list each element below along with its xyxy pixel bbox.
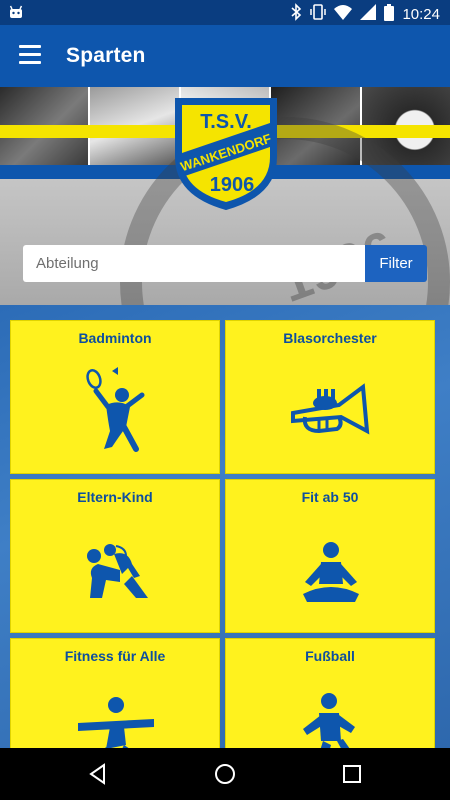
vibrate-icon — [310, 3, 327, 25]
club-logo: T.S.V. WANKENDORF 1906 — [175, 98, 277, 211]
tile-eltern-kind[interactable]: Eltern-Kind — [10, 479, 220, 633]
tile-label: Fitness für Alle — [64, 648, 166, 664]
app-bar: Sparten — [0, 25, 450, 87]
hamburger-menu-icon[interactable] — [19, 45, 41, 65]
navigation-bar — [0, 748, 450, 800]
tile-blasorchester[interactable]: Blasorchester — [225, 320, 435, 474]
department-grid: Badminton Blasorchester Eltern-Kind Fit … — [0, 305, 450, 748]
back-icon[interactable] — [86, 762, 110, 786]
tile-fit-ab-50[interactable]: Fit ab 50 — [225, 479, 435, 633]
tile-label: Badminton — [78, 330, 152, 346]
filter-button[interactable]: Filter — [365, 245, 427, 282]
trumpet-icon — [291, 383, 370, 435]
wifi-icon — [334, 4, 353, 24]
yoga-icon — [303, 542, 359, 602]
department-search-input[interactable] — [23, 245, 365, 282]
page-title: Sparten — [66, 44, 146, 67]
bluetooth-icon — [290, 3, 302, 25]
tile-fussball[interactable]: Fußball — [225, 638, 435, 748]
tile-label: Fit ab 50 — [301, 489, 359, 505]
home-icon[interactable] — [213, 762, 237, 786]
parent-child-icon — [87, 544, 148, 598]
tile-badminton[interactable]: Badminton — [10, 320, 220, 474]
tile-label: Eltern-Kind — [77, 489, 153, 505]
status-time: 10:24 — [402, 5, 440, 23]
battery-icon — [384, 3, 395, 25]
status-bar: 10:24 — [0, 0, 450, 25]
fitness-icon — [78, 697, 154, 748]
football-icon — [303, 693, 355, 748]
recents-icon[interactable] — [340, 762, 364, 786]
android-debug-icon — [8, 4, 24, 25]
filter-bar: Filter — [23, 245, 427, 282]
badminton-icon — [86, 367, 145, 452]
tile-label: Fußball — [305, 648, 355, 664]
tile-fitness-fuer-alle[interactable]: Fitness für Alle — [10, 638, 220, 748]
tile-label: Blasorchester — [283, 330, 377, 346]
logo-top-text: T.S.V. — [200, 111, 252, 133]
logo-year: 1906 — [210, 174, 255, 196]
signal-icon — [360, 4, 377, 24]
